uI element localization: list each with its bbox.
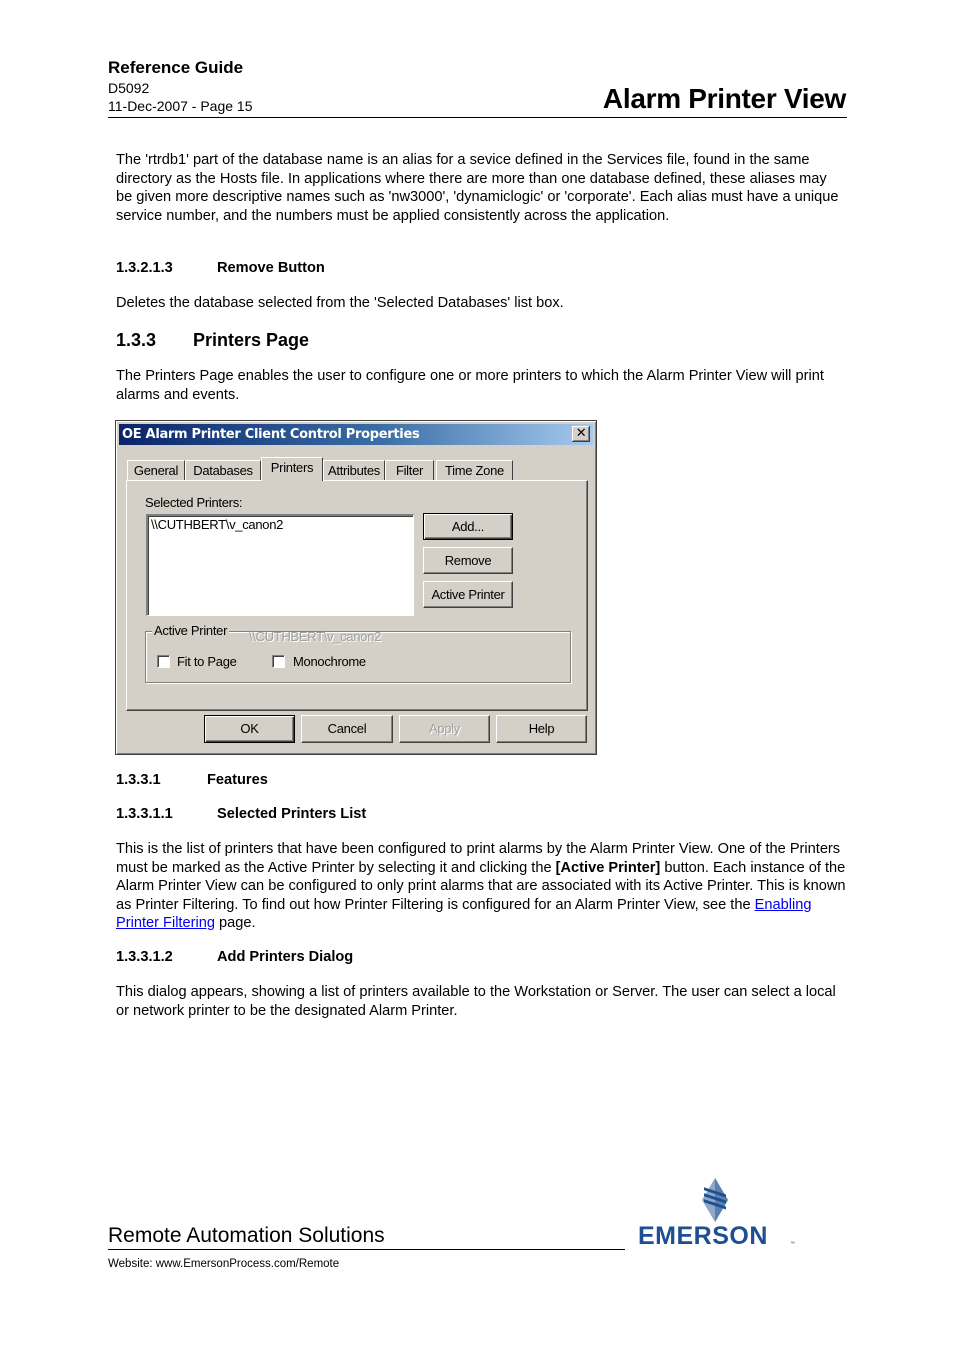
selected-printers-heading: 1.3.3.1.1 Selected Printers List bbox=[116, 806, 366, 822]
add-printers-text: This dialog appears, showing a list of p… bbox=[116, 984, 836, 1019]
tab-printers[interactable]: Printers bbox=[261, 457, 323, 481]
ok-button[interactable]: OK bbox=[204, 715, 295, 743]
heading-title: Printers Page bbox=[193, 330, 310, 350]
dialog-title-bar: OE Alarm Printer Client Control Properti… bbox=[119, 424, 593, 445]
remove-button-heading: 1.3.2.1.3 Remove Button bbox=[116, 260, 325, 276]
section-title: Alarm Printer View bbox=[602, 83, 846, 114]
apply-button[interactable]: Apply bbox=[399, 715, 490, 743]
monochrome-checkbox[interactable] bbox=[272, 655, 285, 668]
heading-number: 1.3.3 bbox=[116, 330, 157, 350]
remove-button[interactable]: Remove bbox=[423, 547, 513, 574]
close-icon: ✕ bbox=[575, 426, 587, 441]
heading-title: Remove Button bbox=[217, 260, 325, 276]
intro-paragraph: The 'rtrdb1' part of the database name i… bbox=[116, 152, 839, 224]
selected-printers-label: Selected Printers: bbox=[145, 495, 243, 510]
help-button[interactable]: Help bbox=[496, 715, 587, 743]
emerson-diamond-icon bbox=[702, 1178, 728, 1222]
active-printer-group: Active Printer \\CUTHBERT\v_canon2 Fit t… bbox=[145, 623, 571, 683]
monochrome-label[interactable]: Monochrome bbox=[293, 654, 366, 669]
add-button[interactable]: Add... bbox=[423, 513, 513, 540]
cancel-button[interactable]: Cancel bbox=[301, 715, 393, 743]
organization-name: Remote Automation Solutions bbox=[108, 1224, 385, 1247]
logo-trademark: ™ bbox=[790, 1241, 795, 1247]
heading-title: Features bbox=[207, 772, 268, 788]
dialog-title: OE Alarm Printer Client Control Properti… bbox=[122, 427, 420, 442]
tab-databases[interactable]: Databases bbox=[185, 460, 261, 480]
heading-title: Add Printers Dialog bbox=[217, 949, 354, 965]
heading-number: 1.3.3.1 bbox=[116, 772, 161, 788]
website-text: Website: www.EmersonProcess.com/Remote bbox=[108, 1258, 340, 1270]
remove-button-text: Deletes the database selected from the '… bbox=[116, 295, 564, 311]
footer-rule bbox=[108, 1249, 625, 1250]
printers-page-text: The Printers Page enables the user to co… bbox=[116, 368, 824, 403]
properties-dialog: OE Alarm Printer Client Control Properti… bbox=[115, 420, 597, 755]
active-printer-legend: Active Printer bbox=[152, 623, 230, 638]
active-printer-value: \\CUTHBERT\v_canon2 bbox=[249, 629, 382, 644]
fit-to-page-label[interactable]: Fit to Page bbox=[177, 654, 237, 669]
heading-number: 1.3.3.1.2 bbox=[116, 949, 173, 965]
close-button[interactable]: ✕ bbox=[572, 426, 590, 442]
tab-time-zone[interactable]: Time Zone bbox=[436, 460, 513, 480]
selected-printers-listbox[interactable]: \\CUTHBERT\v_canon2 bbox=[146, 514, 414, 616]
heading-number: 1.3.2.1.3 bbox=[116, 260, 173, 276]
active-printer-button[interactable]: Active Printer bbox=[423, 581, 513, 608]
doc-number: D5092 bbox=[108, 80, 150, 96]
tab-filter[interactable]: Filter bbox=[385, 460, 434, 480]
tab-general[interactable]: General bbox=[127, 460, 185, 480]
emerson-logo: EMERSON ™ bbox=[636, 1178, 801, 1250]
list-item[interactable]: \\CUTHBERT\v_canon2 bbox=[151, 517, 283, 532]
tab-attributes[interactable]: Attributes bbox=[323, 460, 385, 480]
heading-number: 1.3.3.1.1 bbox=[116, 806, 173, 822]
printers-tab-panel: Selected Printers: \\CUTHBERT\v_canon2 A… bbox=[126, 480, 588, 711]
text-part: page. bbox=[214, 915, 256, 932]
printers-page-heading: 1.3.3 Printers Page bbox=[116, 330, 309, 351]
fit-to-page-checkbox[interactable] bbox=[157, 655, 170, 668]
logo-text: EMERSON bbox=[638, 1222, 768, 1250]
header-rule bbox=[108, 117, 847, 118]
heading-title: Selected Printers List bbox=[217, 806, 367, 822]
active-printer-reference: [Active Printer] bbox=[555, 859, 661, 876]
add-printers-heading: 1.3.3.1.2 Add Printers Dialog bbox=[116, 949, 353, 965]
date-page: 11-Dec-2007 - Page 15 bbox=[108, 98, 253, 114]
features-heading: 1.3.3.1 Features bbox=[116, 772, 268, 788]
selected-printers-text: This is the list of printers that have b… bbox=[116, 840, 846, 933]
guide-title: Reference Guide bbox=[108, 58, 244, 77]
